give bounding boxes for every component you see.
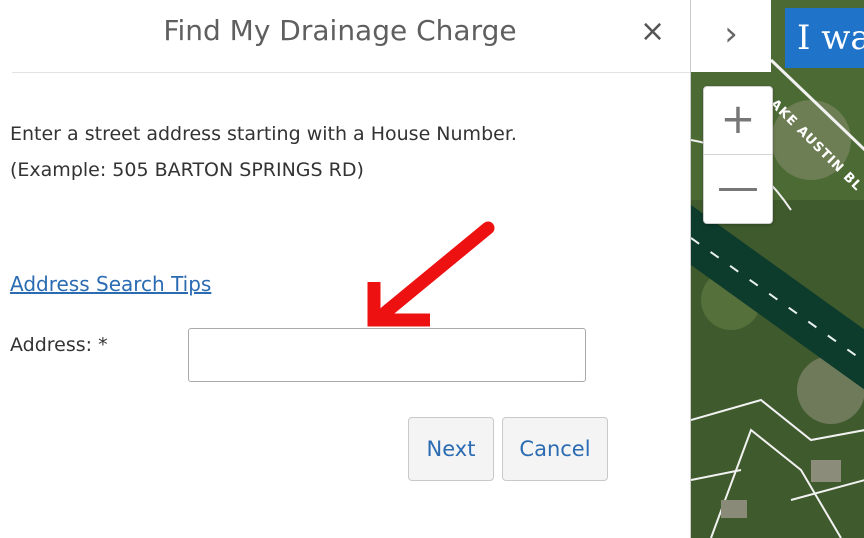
minus-icon[interactable]: — [704, 155, 772, 223]
red-arrow-annotation [367, 221, 495, 327]
zoom-control: + — [703, 86, 773, 224]
plus-icon[interactable]: + [704, 87, 772, 155]
instructions-line-1: Enter a street address starting with a H… [10, 123, 517, 145]
close-icon[interactable]: × [640, 14, 665, 50]
map-view[interactable]: LAKE AUSTIN BL › + — I wa [690, 0, 864, 538]
instructions-text: Enter a street address starting with a H… [10, 116, 570, 188]
satellite-imagery [691, 0, 864, 538]
address-label: Address: * [10, 334, 108, 356]
cancel-button[interactable]: Cancel [502, 417, 608, 481]
chevron-right-icon[interactable]: › [691, 0, 771, 72]
info-banner[interactable]: I wa [785, 8, 864, 68]
panel-title: Find My Drainage Charge [163, 14, 517, 47]
drainage-panel: Find My Drainage Charge × Enter a street… [0, 0, 690, 538]
header-divider [12, 72, 690, 73]
address-search-tips-link[interactable]: Address Search Tips [10, 272, 211, 296]
next-button[interactable]: Next [408, 417, 494, 481]
instructions-line-2: (Example: 505 BARTON SPRINGS RD) [10, 159, 364, 181]
